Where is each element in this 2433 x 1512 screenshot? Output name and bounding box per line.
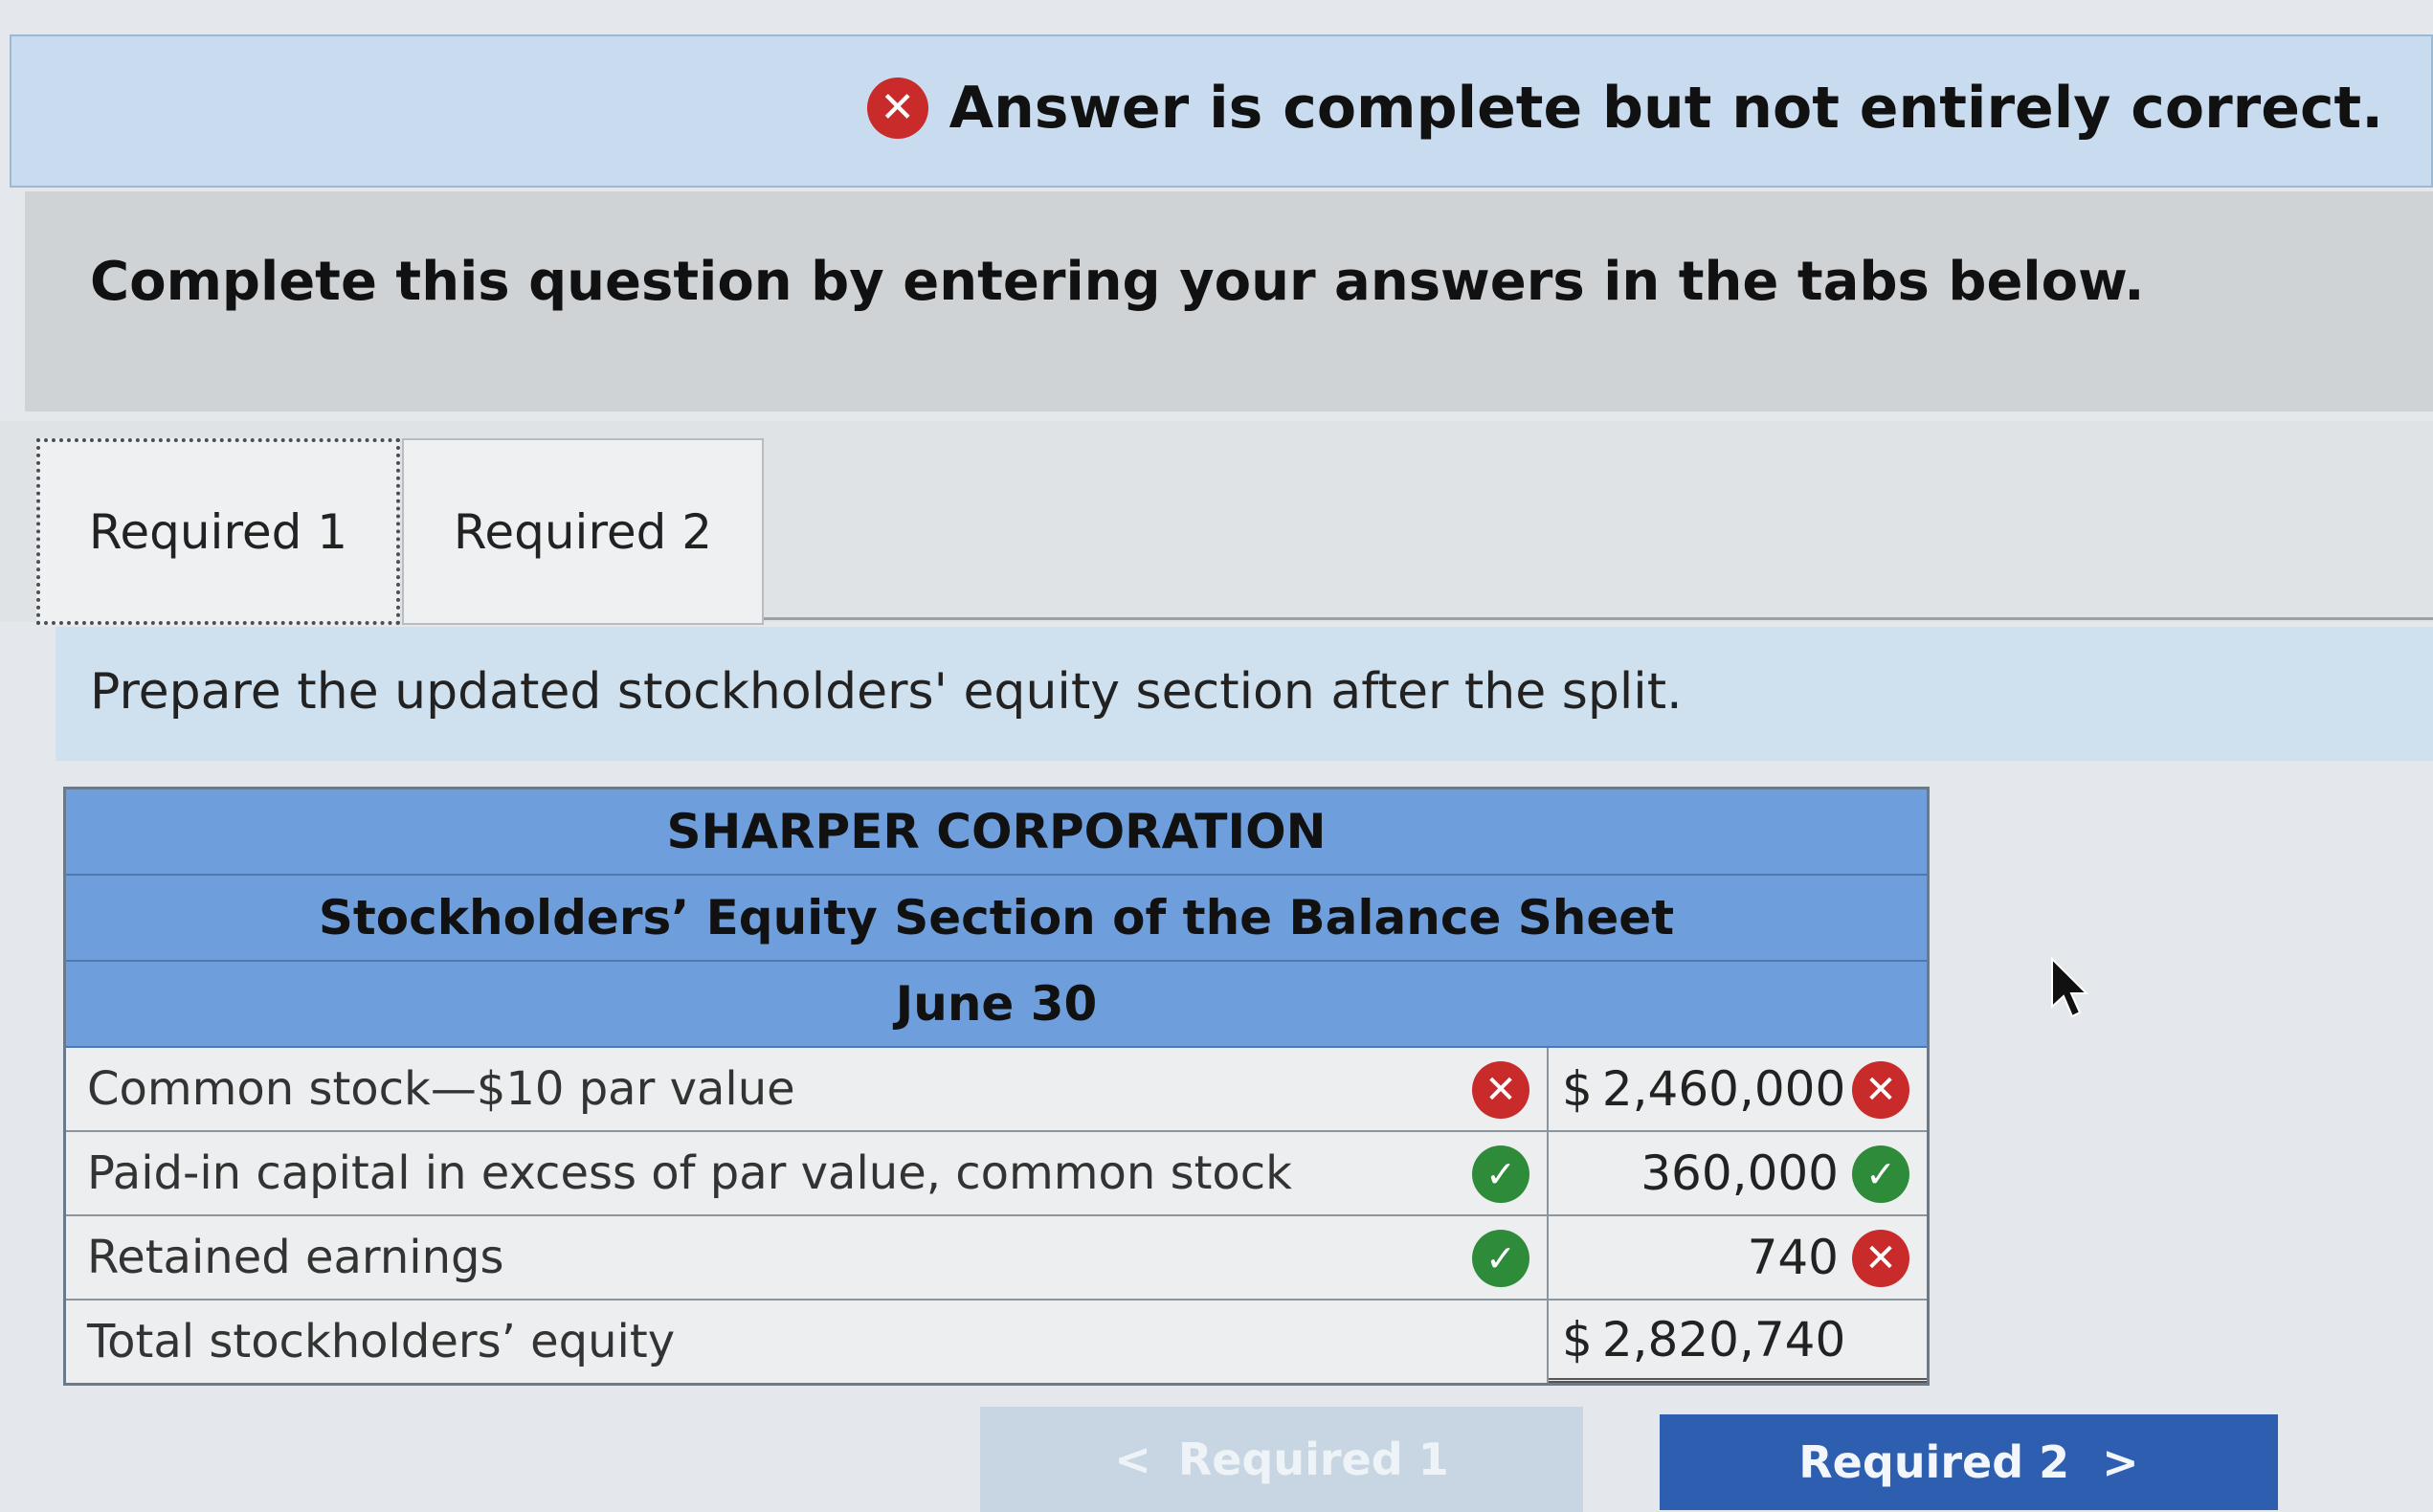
statement-title: Stockholders’ Equity Section of the Bala… bbox=[66, 876, 1927, 962]
row-label: Paid-in capital in excess of par value, … bbox=[87, 1146, 1292, 1200]
table-row-total: Total stockholders’ equity $ 2,820,740 bbox=[66, 1301, 1927, 1383]
instruction-text: Complete this question by entering your … bbox=[90, 251, 2145, 313]
statement-date: June 30 bbox=[66, 962, 1927, 1048]
amount-input[interactable]: $ 2,460,000 ✕ bbox=[1549, 1048, 1927, 1130]
chevron-right-icon: > bbox=[2102, 1436, 2139, 1488]
equity-worksheet: SHARPER CORPORATION Stockholders’ Equity… bbox=[63, 787, 1930, 1386]
currency-symbol: $ bbox=[1562, 1311, 1593, 1367]
currency-symbol: $ bbox=[1562, 1061, 1593, 1117]
x-circle-icon: ✕ bbox=[1852, 1230, 1909, 1287]
amount-input[interactable]: 360,000 ✓ bbox=[1549, 1132, 1927, 1214]
instruction-panel: Complete this question by entering your … bbox=[25, 191, 2433, 411]
x-circle-icon: ✕ bbox=[866, 78, 928, 139]
table-row: Common stock—$10 par value ✕ $ 2,460,000… bbox=[66, 1048, 1927, 1132]
question-prompt: Prepare the updated stockholders' equity… bbox=[56, 627, 2433, 761]
tab-bar: Required 1 Required 2 bbox=[0, 421, 2433, 625]
total-value: 2,820,740 bbox=[1601, 1311, 1846, 1367]
account-select[interactable]: Retained earnings ✓ bbox=[66, 1216, 1549, 1299]
row-label: Retained earnings bbox=[87, 1231, 504, 1284]
tab-required-1[interactable]: Required 1 bbox=[36, 438, 400, 625]
feedback-banner: ✕ Answer is complete but not entirely co… bbox=[10, 34, 2433, 188]
next-tab-button[interactable]: Required 2 > bbox=[1660, 1414, 2278, 1510]
tab-divider bbox=[764, 617, 2433, 620]
feedback-message: Answer is complete but not entirely corr… bbox=[949, 75, 2383, 142]
x-circle-icon: ✕ bbox=[1852, 1061, 1909, 1119]
tab-required-2[interactable]: Required 2 bbox=[402, 438, 764, 625]
table-row: Paid-in capital in excess of par value, … bbox=[66, 1132, 1927, 1216]
total-amount: $ 2,820,740 bbox=[1549, 1301, 1927, 1383]
table-row: Retained earnings ✓ 740 ✕ bbox=[66, 1216, 1927, 1301]
total-label-cell: Total stockholders’ equity bbox=[66, 1301, 1549, 1383]
row-label: Common stock—$10 par value bbox=[87, 1062, 795, 1116]
chevron-left-icon: < bbox=[1114, 1434, 1151, 1485]
company-name: SHARPER CORPORATION bbox=[66, 789, 1927, 876]
prompt-text: Prepare the updated stockholders' equity… bbox=[90, 663, 1683, 721]
x-circle-icon: ✕ bbox=[1472, 1061, 1529, 1119]
account-select[interactable]: Common stock—$10 par value ✕ bbox=[66, 1048, 1549, 1130]
check-circle-icon: ✓ bbox=[1472, 1145, 1529, 1203]
row-label: Total stockholders’ equity bbox=[87, 1315, 676, 1368]
check-circle-icon: ✓ bbox=[1852, 1145, 1909, 1203]
account-select[interactable]: Paid-in capital in excess of par value, … bbox=[66, 1132, 1549, 1214]
check-circle-icon: ✓ bbox=[1472, 1230, 1529, 1287]
prev-tab-label: Required 1 bbox=[1177, 1434, 1449, 1485]
amount-input[interactable]: 740 ✕ bbox=[1549, 1216, 1927, 1299]
next-tab-label: Required 2 bbox=[1798, 1436, 2070, 1488]
mouse-pointer-icon bbox=[2051, 957, 2089, 1018]
